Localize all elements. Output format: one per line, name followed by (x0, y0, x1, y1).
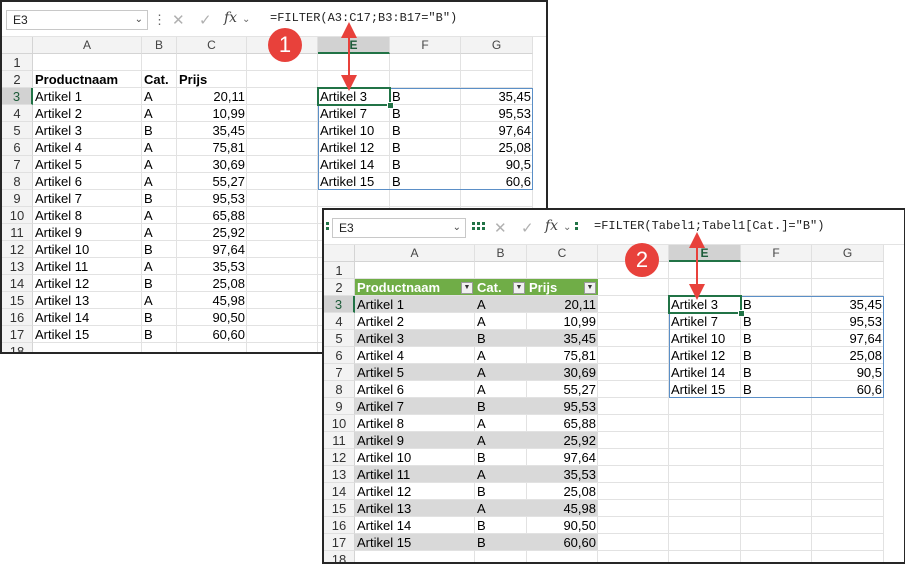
annotation-arrows (341, 22, 705, 300)
